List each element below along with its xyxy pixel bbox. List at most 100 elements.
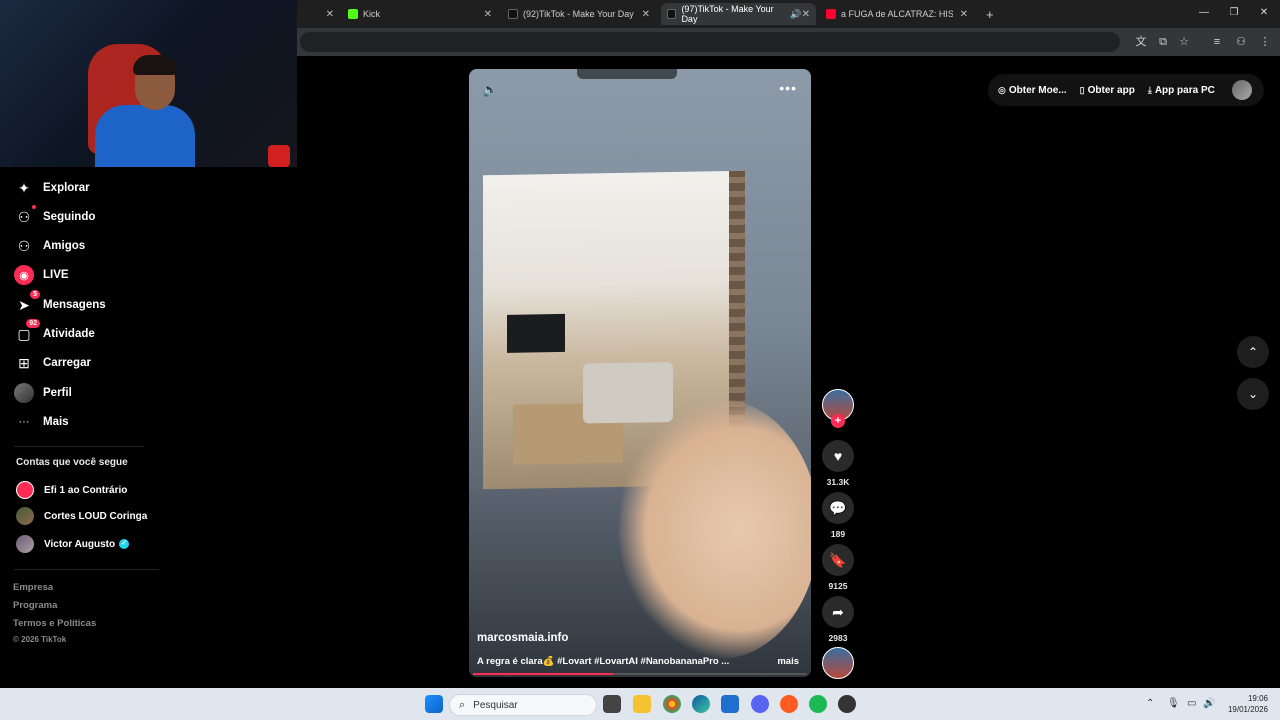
install-app-icon[interactable]: ⧉ — [1156, 35, 1170, 49]
sidebar-item-explorar[interactable]: ✦ Explorar — [14, 177, 90, 199]
tab-0[interactable]: ✕ — [298, 3, 340, 25]
media-control-icon[interactable]: ≡ — [1210, 35, 1224, 49]
outlook-icon[interactable] — [721, 695, 739, 713]
upload-icon: ⊞ — [18, 354, 30, 371]
tiktok-icon — [508, 9, 518, 19]
sidebar-item-label: Mensagens — [43, 299, 106, 311]
tab-label: (97)TikTok - Make Your Day — [681, 4, 774, 24]
volume-icon[interactable]: 🔈 — [482, 82, 498, 98]
video-progress-fill — [473, 673, 614, 675]
discord-icon[interactable] — [751, 695, 769, 713]
coin-icon: ◎ — [998, 84, 1006, 95]
footer-programa[interactable]: Programa — [13, 600, 57, 611]
video-player[interactable]: 🔈 ••• marcosmaia.info A regra é clara💰 #… — [469, 69, 811, 677]
task-view-icon[interactable] — [603, 695, 621, 713]
sound-avatar[interactable] — [822, 647, 854, 679]
tiktok-icon — [667, 9, 677, 19]
translate-icon[interactable]: 文 — [1134, 35, 1148, 49]
video-progress-bar[interactable] — [473, 673, 807, 675]
messages-badge: 5 — [30, 290, 40, 299]
tray-chevron-icon[interactable]: ⌃ — [1146, 698, 1154, 709]
edge-icon[interactable] — [692, 695, 710, 713]
minimize-icon[interactable]: — — [1197, 7, 1211, 18]
comment-count: 189 — [830, 529, 846, 539]
tab-youtube[interactable]: a FUGA de ALCATRAZ: HISTÓRI ✕ — [820, 3, 974, 25]
app-icon[interactable] — [780, 695, 798, 713]
comment-button[interactable]: 💬 — [822, 492, 854, 524]
chevron-up-icon: ⌃ — [1247, 345, 1259, 359]
following-item[interactable]: Victor Augusto ✓ — [16, 535, 130, 553]
chrome-icon[interactable] — [663, 695, 681, 713]
user-avatar[interactable] — [1232, 80, 1252, 100]
following-item[interactable]: Cortes LOUD Coringa — [16, 507, 147, 525]
previous-video-button[interactable]: ⌃ — [1237, 336, 1269, 368]
sidebar-item-label: Carregar — [43, 357, 91, 369]
footer-termos[interactable]: Termos e Políticas — [13, 618, 96, 629]
sidebar-item-mensagens[interactable]: ➤ 5 Mensagens — [14, 290, 106, 316]
microphone-icon[interactable]: 🎙 — [1167, 698, 1180, 709]
person-hair — [133, 55, 177, 75]
close-icon[interactable]: ✕ — [642, 9, 650, 20]
sidebar-item-carregar[interactable]: ⊞ Carregar — [14, 352, 91, 374]
network-icon[interactable]: ▭ — [1187, 698, 1196, 709]
bookmark-star-icon[interactable]: ☆ — [1177, 35, 1191, 49]
next-video-button[interactable]: ⌄ — [1237, 378, 1269, 410]
app-icon[interactable] — [838, 695, 856, 713]
close-icon[interactable]: ✕ — [802, 9, 810, 20]
tab-tiktok-92[interactable]: (92)TikTok - Make Your Day ✕ — [502, 3, 656, 25]
get-coins-button[interactable]: ◎ Obter Moe... — [998, 85, 1067, 96]
live-icon: ◉ — [14, 265, 34, 285]
close-icon[interactable]: ✕ — [326, 9, 334, 20]
sidebar-item-atividade[interactable]: ▢ 92 Atividade — [14, 319, 95, 345]
sidebar-item-label: Perfil — [43, 387, 72, 399]
sidebar-item-mais[interactable]: ··· Mais — [14, 411, 69, 433]
window-close-icon[interactable]: ✕ — [1257, 7, 1271, 18]
taskbar-search[interactable]: ⌕ Pesquisar — [449, 694, 597, 716]
close-icon[interactable]: ✕ — [484, 9, 492, 20]
tab-label: a FUGA de ALCATRAZ: HISTÓRI — [841, 9, 953, 19]
volume-tray-icon[interactable]: 🔊 — [1203, 698, 1215, 709]
chevron-down-icon: ⌄ — [1247, 387, 1259, 401]
sidebar-item-live[interactable]: ◉ LIVE — [14, 264, 69, 286]
tab-kick[interactable]: Kick ✕ — [342, 3, 498, 25]
profile-avatar-icon: ● — [14, 383, 34, 403]
avatar — [16, 507, 34, 525]
profile-icon[interactable]: ⚇ — [1234, 35, 1248, 49]
search-icon: ⌕ — [459, 698, 466, 711]
save-button[interactable]: 🔖 — [822, 544, 854, 576]
comment-icon: 💬 — [829, 499, 847, 516]
sidebar-item-perfil[interactable]: ● Perfil — [14, 382, 72, 404]
close-icon[interactable]: ✕ — [960, 9, 968, 20]
activity-icon: ▢ 92 — [14, 319, 40, 344]
header-actions: ◎ Obter Moe... ▯ Obter app ⤓ App para PC — [988, 74, 1264, 106]
download-icon: ⤓ — [1147, 84, 1152, 95]
caption-more-link[interactable]: mais — [777, 656, 799, 667]
share-button[interactable]: ➦ — [822, 596, 854, 628]
footer-empresa[interactable]: Empresa — [13, 582, 53, 593]
divider — [14, 446, 144, 447]
taskbar-clock[interactable]: 19:06 19/01/2026 — [1224, 693, 1268, 715]
address-bar[interactable] — [300, 32, 1120, 52]
follow-plus-button[interactable]: + — [831, 414, 845, 428]
more-options-icon[interactable]: ••• — [779, 80, 797, 96]
video-caption: A regra é clara💰 #Lovart #LovartAI #Nano… — [477, 656, 729, 667]
clock-date: 19/01/2026 — [1227, 705, 1268, 714]
following-name: Cortes LOUD Coringa — [44, 510, 148, 522]
sidebar-item-seguindo[interactable]: ⚇ Seguindo — [14, 205, 95, 228]
restore-icon[interactable]: ❐ — [1227, 7, 1241, 18]
file-explorer-icon[interactable] — [633, 695, 651, 713]
like-button[interactable]: ♥ — [822, 440, 854, 472]
menu-dots-icon[interactable]: ⋮ — [1258, 35, 1272, 49]
pc-app-button[interactable]: ⤓ App para PC — [1148, 85, 1215, 96]
new-tab-button[interactable]: + — [980, 3, 998, 25]
sidebar-item-amigos[interactable]: ⚇ Amigos — [14, 235, 85, 257]
windows-start-icon[interactable] — [425, 695, 443, 713]
tab-tiktok-97[interactable]: (97)TikTok - Make Your Day 🔊 ✕ — [661, 3, 816, 25]
spotify-icon[interactable] — [809, 695, 827, 713]
speaker-icon[interactable]: 🔊 — [790, 9, 801, 20]
get-app-button[interactable]: ▯ Obter app — [1080, 85, 1135, 96]
youtube-icon — [826, 9, 836, 19]
avatar — [16, 481, 34, 499]
video-author[interactable]: marcosmaia.info — [477, 632, 568, 644]
following-item[interactable]: Efi 1 ao Contrário — [16, 481, 127, 499]
